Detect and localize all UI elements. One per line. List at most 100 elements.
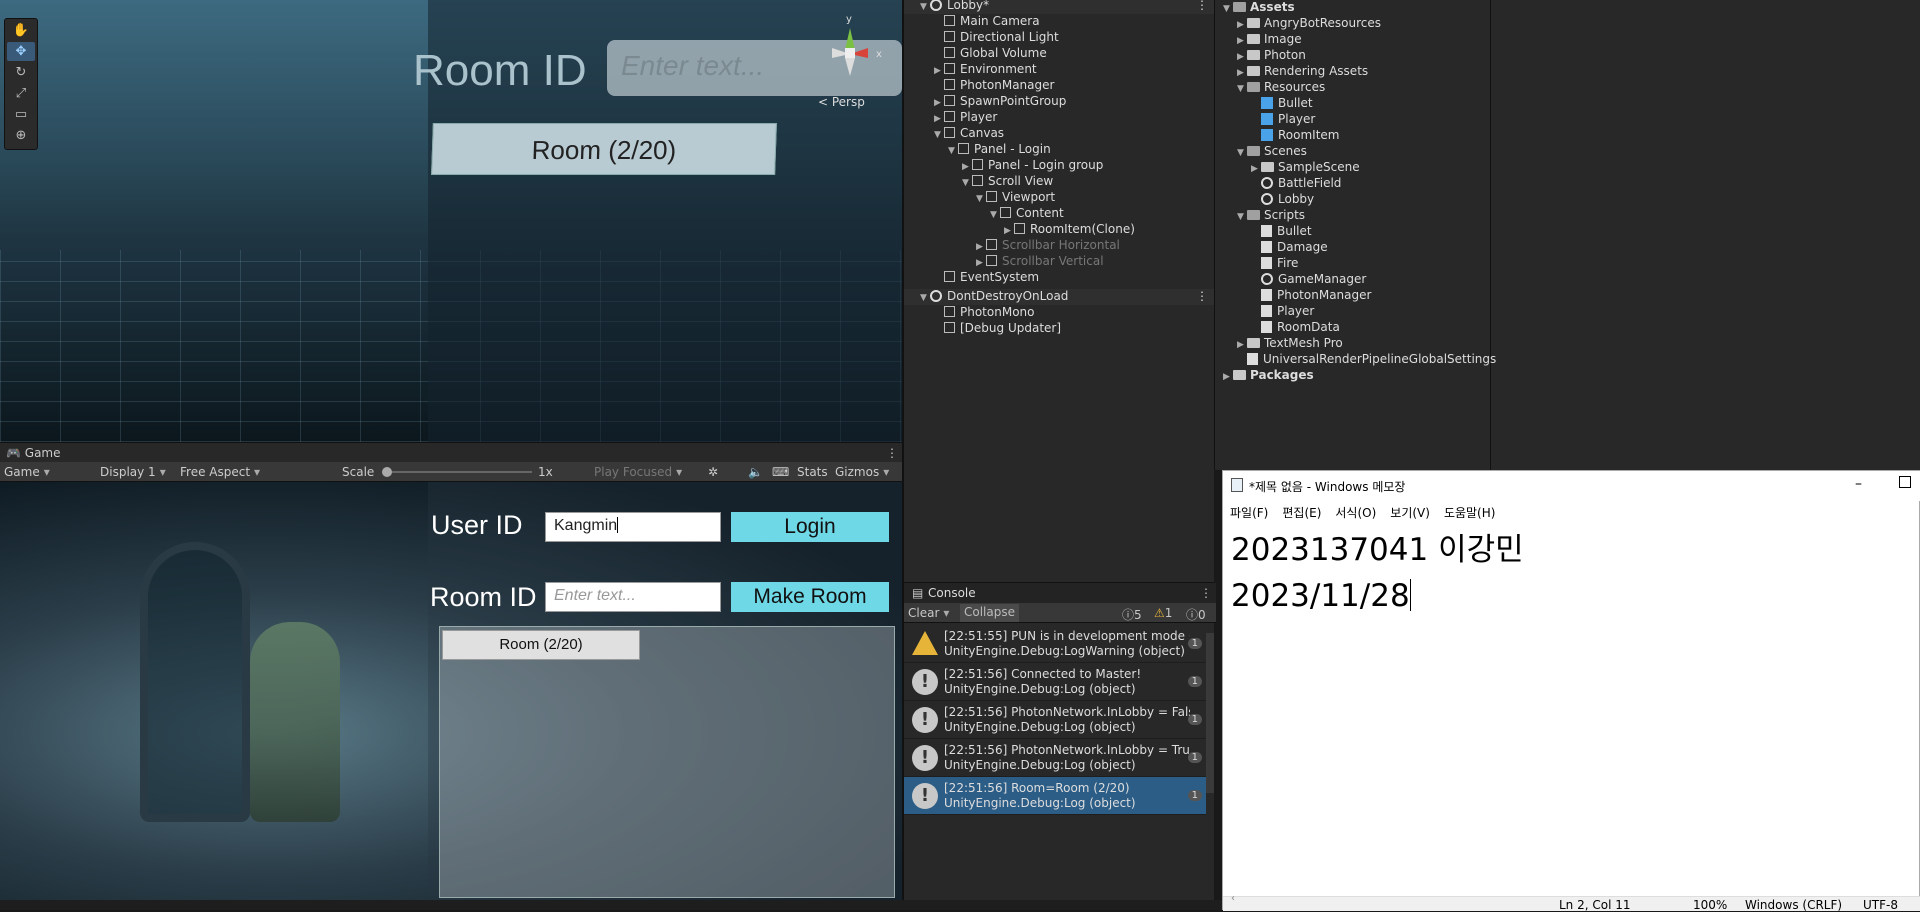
aspect-dropdown[interactable]: Free Aspect [180, 465, 260, 479]
project-item[interactable]: ▼ Scripts [1237, 208, 1305, 224]
hierarchy-item[interactable]: ▼ Scroll View [904, 174, 1214, 190]
hierarchy-item[interactable]: Main Camera [904, 14, 1214, 30]
collapse-arrow-icon[interactable]: ▶ [934, 114, 944, 124]
audio-icon[interactable]: 🔈 [748, 465, 763, 479]
expand-arrow-icon[interactable]: ▼ [920, 293, 930, 303]
hierarchy-item[interactable]: [Debug Updater] [904, 321, 1214, 337]
project-item[interactable]: ▶ AngryBotResources [1237, 16, 1381, 32]
persp-toggle[interactable]: < Persp [818, 95, 865, 109]
collapse-arrow-icon[interactable]: ▶ [976, 258, 986, 268]
expand-arrow-icon[interactable]: ▼ [976, 194, 986, 204]
project-item[interactable]: ▶ Photon [1237, 48, 1306, 64]
expand-arrow-icon[interactable]: ▼ [934, 130, 944, 140]
project-item[interactable]: Bullet [1251, 224, 1312, 240]
display-dropdown[interactable]: Display 1 [100, 465, 166, 479]
hierarchy-item[interactable]: EventSystem [904, 270, 1214, 286]
project-item[interactable]: Lobby [1251, 192, 1314, 208]
project-item[interactable]: BattleField [1251, 176, 1341, 192]
hierarchy-item[interactable]: ▶ Scrollbar Horizontal [904, 238, 1214, 254]
console-scrollbar[interactable] [1206, 633, 1214, 793]
project-item[interactable]: Bullet [1251, 96, 1313, 112]
project-item[interactable]: ▶ Rendering Assets [1237, 64, 1368, 80]
expand-arrow-icon[interactable]: ▶ [1237, 340, 1247, 350]
hierarchy-item[interactable]: Directional Light [904, 30, 1214, 46]
warn-filter-toggle[interactable]: ⚠1 [1154, 606, 1172, 620]
expand-arrow-icon[interactable]: ▶ [1237, 20, 1247, 30]
hierarchy-item[interactable]: ▼ Canvas [904, 126, 1214, 142]
project-item[interactable]: ▼ Resources [1237, 80, 1325, 96]
console-log-entry[interactable]: ! [22:51:56] Room=Room (2/20) UnityEngine.… [904, 777, 1206, 815]
menu-format[interactable]: 서식(O) [1335, 504, 1376, 521]
project-item[interactable]: Player [1251, 112, 1315, 128]
project-item[interactable]: Player [1251, 304, 1314, 320]
keyboard-icon[interactable]: ⌨ [772, 465, 789, 479]
scroll-left-icon[interactable]: ‹ [1231, 893, 1235, 904]
console-log-list[interactable]: [22:51:55] PUN is in development mode (d… [904, 625, 1216, 901]
scene-more-icon[interactable]: ⋮ [1196, 289, 1208, 303]
collapse-arrow-icon[interactable]: ▶ [934, 98, 944, 108]
console-log-entry[interactable]: ! [22:51:56] PhotonNetwork.InLobby = Fals… [904, 701, 1206, 739]
minimize-icon[interactable]: – [1855, 476, 1862, 492]
project-item[interactable]: Damage [1251, 240, 1328, 256]
room-list-scroll-view[interactable] [439, 626, 895, 898]
expand-arrow-icon[interactable]: ▼ [948, 146, 958, 156]
menu-edit[interactable]: 편집(E) [1282, 504, 1321, 521]
project-item[interactable]: GameManager [1251, 272, 1366, 288]
tab-console[interactable]: Console [928, 586, 976, 600]
console-log-entry[interactable]: ! [22:51:56] Connected to Master! UnityEng… [904, 663, 1206, 701]
notepad-text-area[interactable]: 2023137041 이강민 2023/11/28 [1231, 527, 1911, 619]
expand-arrow-icon[interactable]: ▶ [1223, 372, 1233, 382]
hierarchy-item[interactable]: ▶ Player [904, 110, 1214, 126]
expand-arrow-icon[interactable]: ▶ [1237, 36, 1247, 46]
user-id-input[interactable]: Kangmin [545, 512, 721, 542]
project-item[interactable]: RoomData [1251, 320, 1340, 336]
project-item[interactable]: ▶ TextMesh Pro [1237, 336, 1343, 352]
orientation-gizmo[interactable]: y x [810, 10, 890, 90]
scale-slider[interactable] [382, 467, 532, 477]
console-log-entry[interactable]: [22:51:55] PUN is in development mode (d… [904, 625, 1206, 663]
game-mode-dropdown[interactable]: Game [4, 465, 50, 479]
expand-arrow-icon[interactable]: ▼ [1237, 212, 1247, 222]
clear-button[interactable]: Clear [908, 606, 949, 620]
scene-more-icon[interactable]: ⋮ [1196, 0, 1208, 12]
project-item[interactable]: ▶ Packages [1223, 368, 1314, 384]
collapse-arrow-icon[interactable]: ▶ [934, 66, 944, 76]
stats-button[interactable]: Stats [797, 465, 828, 479]
scale-tool-icon[interactable]: ⤢ [7, 84, 35, 103]
tab-game[interactable]: 🎮 Game [6, 446, 61, 460]
make-room-button[interactable]: Make Room [731, 582, 889, 612]
hierarchy-scene-row[interactable]: ▼ Lobby* ⋮ [904, 0, 1214, 14]
room-list-item[interactable]: Room (2/20) [442, 630, 640, 660]
menu-view[interactable]: 보기(V) [1390, 504, 1430, 521]
project-item[interactable]: UniversalRenderPipelineGlobalSettings [1237, 352, 1496, 368]
hierarchy-item[interactable]: PhotonMono [904, 305, 1214, 321]
project-item[interactable]: PhotonManager [1251, 288, 1371, 304]
collapse-button[interactable]: Collapse [960, 604, 1019, 622]
expand-arrow-icon[interactable]: ▼ [1237, 148, 1247, 158]
hierarchy-item[interactable]: ▼ Content [904, 206, 1214, 222]
console-log-entry[interactable]: ! [22:51:56] PhotonNetwork.InLobby = True… [904, 739, 1206, 777]
hierarchy-scene-row[interactable]: ▼ DontDestroyOnLoad ⋮ [904, 289, 1214, 305]
move-tool-icon[interactable]: ✥ [7, 42, 35, 61]
hierarchy-item[interactable]: ▶ Panel - Login group [904, 158, 1214, 174]
error-filter-toggle[interactable]: ⓘ0 [1186, 606, 1206, 623]
project-item[interactable]: ▶ Image [1237, 32, 1302, 48]
expand-arrow-icon[interactable]: ▼ [920, 2, 930, 12]
hierarchy-item[interactable]: Global Volume [904, 46, 1214, 62]
expand-arrow-icon[interactable]: ▶ [1251, 164, 1261, 174]
hierarchy-item[interactable]: ▼ Panel - Login [904, 142, 1214, 158]
hierarchy-item[interactable]: PhotonManager [904, 78, 1214, 94]
project-item[interactable]: ▼ Assets [1223, 0, 1295, 16]
transform-tool-icon[interactable]: ⊕ [7, 126, 35, 145]
scale-slider-handle[interactable] [382, 467, 392, 477]
expand-arrow-icon[interactable]: ▼ [962, 178, 972, 188]
expand-arrow-icon[interactable]: ▼ [1237, 84, 1247, 94]
hierarchy-item[interactable]: ▶ SpawnPointGroup [904, 94, 1214, 110]
hierarchy-item[interactable]: ▶ Environment [904, 62, 1214, 78]
hierarchy-item[interactable]: ▶ Scrollbar Vertical [904, 254, 1214, 270]
log-filter-toggle[interactable]: ⓘ5 [1122, 606, 1142, 623]
collapse-arrow-icon[interactable]: ▶ [976, 242, 986, 252]
rect-tool-icon[interactable]: ▭ [7, 105, 35, 124]
more-menu-icon[interactable]: ⋮ [886, 446, 898, 460]
menu-file[interactable]: 파일(F) [1230, 504, 1268, 521]
